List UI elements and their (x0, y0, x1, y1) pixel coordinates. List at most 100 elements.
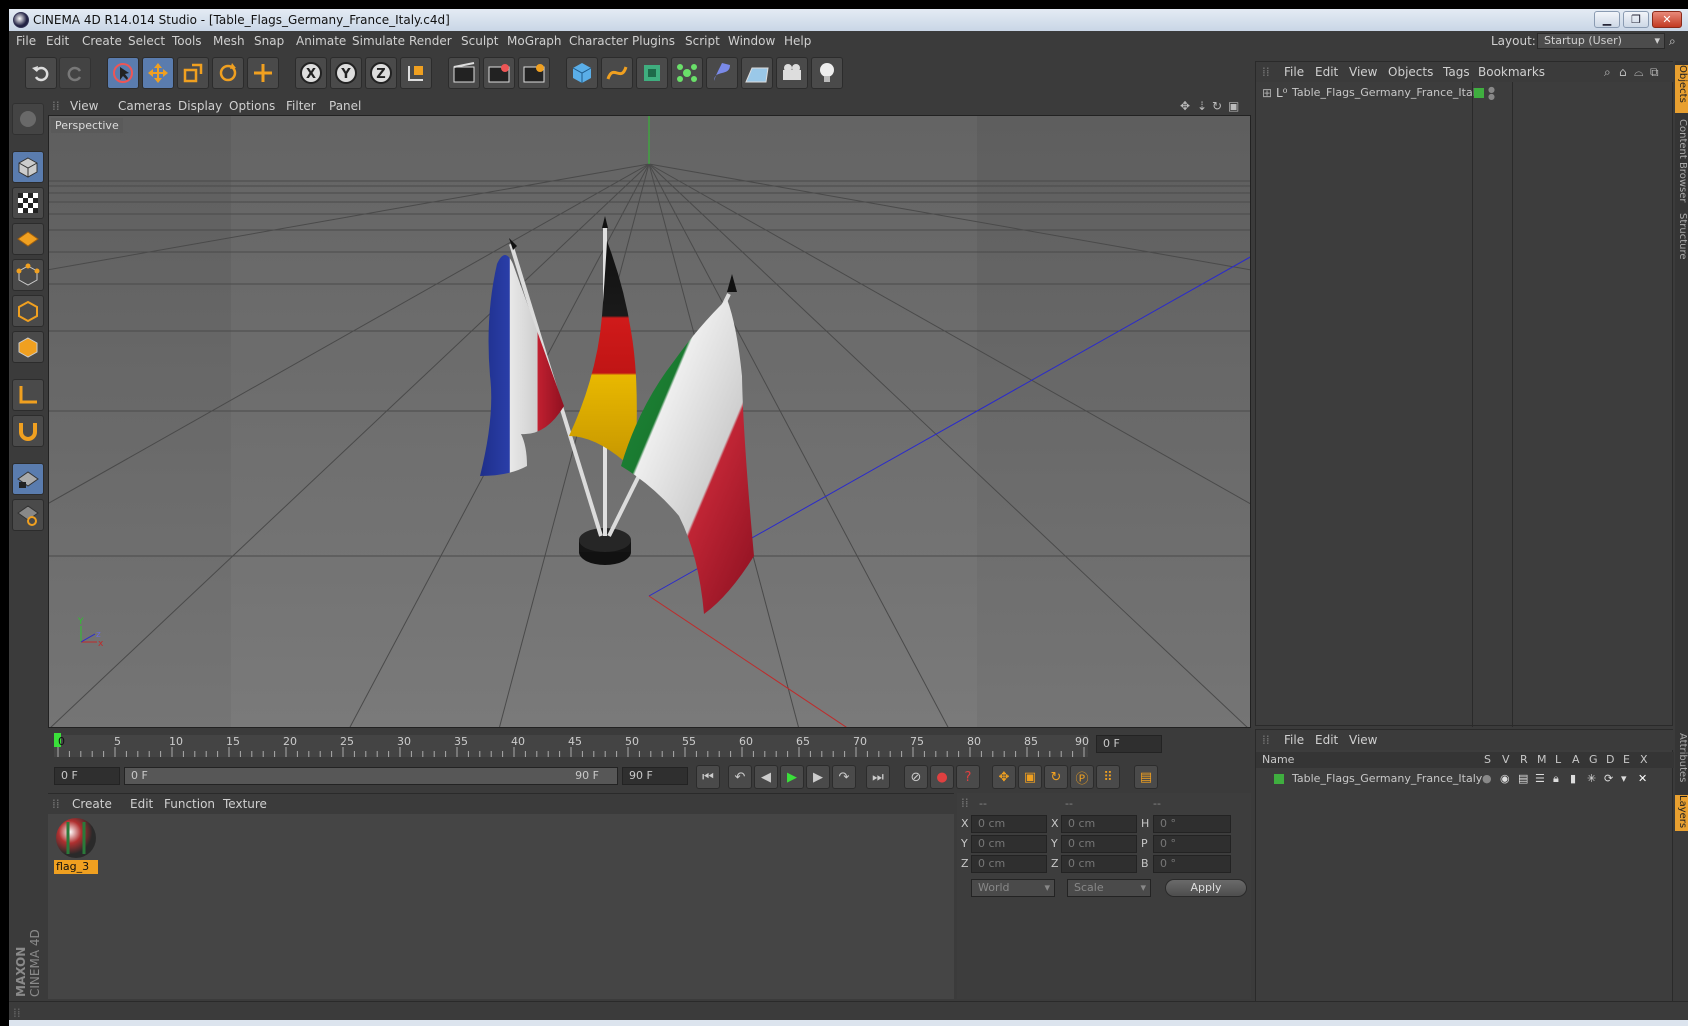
visibility-dots-icon[interactable]: ● ● (1488, 86, 1495, 101)
autokey-button[interactable]: ⊘ (904, 765, 928, 789)
position-key-button[interactable]: ✥ (992, 765, 1016, 789)
next-key-button[interactable]: ↷ (832, 765, 856, 789)
parameter-key-button[interactable]: Ⓟ (1070, 765, 1094, 789)
rotation-key-button[interactable]: ↻ (1044, 765, 1068, 789)
min-frame-field[interactable]: 0 F (54, 767, 120, 785)
keyframe-selection-button[interactable]: ? (956, 765, 980, 789)
generators-icon[interactable]: ✳ (1587, 770, 1596, 788)
animation-icon[interactable]: ▮ (1570, 770, 1576, 788)
object-menu-bookmarks[interactable]: Bookmarks (1478, 62, 1545, 82)
object-menu-view[interactable]: View (1349, 62, 1377, 82)
record-button[interactable]: ● (930, 765, 954, 789)
layer-col-e[interactable]: E (1623, 752, 1630, 768)
menu-edit[interactable]: Edit (46, 31, 69, 51)
coordinate-system-button[interactable] (400, 57, 432, 89)
menu-window[interactable]: Window (728, 31, 775, 51)
zoom-view-icon[interactable]: ⇣ (1197, 97, 1207, 115)
menu-create[interactable]: Create (82, 31, 122, 51)
scale-key-button[interactable]: ▣ (1018, 765, 1042, 789)
menu-mesh[interactable]: Mesh (213, 31, 245, 51)
layer-menu-edit[interactable]: Edit (1315, 730, 1338, 750)
layer-col-x[interactable]: X (1640, 752, 1648, 768)
position-z-field[interactable]: 0 cm (971, 855, 1047, 873)
layer-color-swatch[interactable] (1274, 774, 1284, 784)
go-to-end-button[interactable]: ⏭ (866, 765, 890, 789)
rotation-p-field[interactable]: 0 ° (1153, 835, 1231, 853)
menu-simulate[interactable]: Simulate (352, 31, 405, 51)
menu-script[interactable]: Script (685, 31, 720, 51)
menu-animate[interactable]: Animate (296, 31, 346, 51)
menu-plugins[interactable]: Plugins (632, 31, 675, 51)
menu-render[interactable]: Render (409, 31, 452, 51)
menu-snap[interactable]: Snap (254, 31, 284, 51)
model-mode-button[interactable] (12, 151, 44, 183)
move-button[interactable] (142, 57, 174, 89)
go-to-start-button[interactable]: ⏮ (696, 765, 720, 789)
texture-mode-button[interactable] (12, 187, 44, 219)
material-swatch[interactable]: flag_3 (54, 816, 98, 874)
render-picture-viewer-button[interactable] (483, 57, 515, 89)
material-menu-function[interactable]: Function (164, 794, 215, 814)
previous-key-button[interactable]: ↶ (728, 765, 752, 789)
pan-view-icon[interactable]: ✥ (1180, 97, 1190, 115)
layer-menu-view[interactable]: View (1349, 730, 1377, 750)
expressions-icon[interactable]: ▾ (1621, 770, 1627, 788)
search-icon[interactable]: ⌕ (1669, 31, 1676, 51)
point-level-key-button[interactable]: ⠿ (1096, 765, 1120, 789)
y-axis-lock-button[interactable]: Y (330, 57, 362, 89)
polygons-mode-button[interactable] (12, 331, 44, 363)
deformers-icon[interactable]: ⟳ (1604, 770, 1613, 788)
previous-frame-button[interactable]: ◀ (754, 765, 778, 789)
nurbs-button[interactable] (636, 57, 668, 89)
material-menu-texture[interactable]: Texture (223, 794, 267, 814)
restore-button[interactable]: ❐ (1623, 11, 1649, 28)
tab-content-browser[interactable]: Content Browser (1675, 119, 1688, 209)
snap-grid-button[interactable] (12, 463, 44, 495)
object-menu-edit[interactable]: Edit (1315, 62, 1338, 82)
points-mode-button[interactable] (12, 259, 44, 291)
tab-structure[interactable]: Structure (1675, 213, 1688, 267)
timeline-ruler[interactable]: 0 5 10 15 20 25 30 35 40 45 50 55 60 65 … (48, 731, 1251, 759)
scale-button[interactable] (177, 57, 209, 89)
rotation-h-field[interactable]: 0 ° (1153, 815, 1231, 833)
timeline-window-button[interactable]: ▤ (1134, 765, 1158, 789)
array-button[interactable] (671, 57, 703, 89)
viewport-menu-cameras[interactable]: Cameras (118, 97, 171, 115)
magnet-button[interactable] (12, 415, 44, 447)
size-x-field[interactable]: 0 cm (1061, 815, 1137, 833)
play-button[interactable]: ▶ (780, 765, 804, 789)
rotate-view-icon[interactable]: ↻ (1212, 97, 1222, 115)
size-y-field[interactable]: 0 cm (1061, 835, 1137, 853)
frame-range-slider[interactable]: 0 F 90 F (124, 767, 618, 785)
perspective-viewport[interactable]: Y x z Perspective (48, 115, 1251, 728)
layer-row[interactable]: Table_Flags_Germany_France_Italy ● ◉ ▤ ☰… (1256, 770, 1674, 788)
z-axis-lock-button[interactable]: Z (365, 57, 397, 89)
layer-col-r[interactable]: R (1520, 752, 1528, 768)
menu-sculpt[interactable]: Sculpt (461, 31, 498, 51)
maximize-view-icon[interactable]: ▣ (1228, 97, 1239, 115)
lock-icon[interactable]: 🔒︎ (1553, 770, 1559, 788)
manager-icon[interactable]: ☰ (1535, 770, 1545, 788)
camera-button[interactable] (776, 57, 808, 89)
layer-menu-file[interactable]: File (1284, 730, 1304, 750)
minimize-button[interactable]: ▁ (1594, 11, 1620, 28)
expand-icon[interactable]: ⊞ (1262, 84, 1272, 102)
object-menu-objects[interactable]: Objects (1388, 62, 1433, 82)
menu-select[interactable]: Select (128, 31, 165, 51)
axis-mode-button[interactable] (12, 379, 44, 411)
x-axis-lock-button[interactable]: X (295, 57, 327, 89)
edges-mode-button[interactable] (12, 295, 44, 327)
light-button[interactable] (811, 57, 843, 89)
redo-button[interactable] (59, 57, 91, 89)
viewport-menu-view[interactable]: View (70, 97, 98, 115)
menu-mograph[interactable]: MoGraph (507, 31, 562, 51)
rotate-button[interactable] (212, 57, 244, 89)
max-frame-field[interactable]: 90 F (622, 767, 688, 785)
search-icon[interactable]: ⌕ (1604, 62, 1611, 82)
viewport-menu-panel[interactable]: Panel (329, 97, 361, 115)
current-frame-field[interactable]: 0 F (1096, 735, 1162, 753)
layout-dropdown[interactable]: Startup (User) ▾ (1537, 33, 1665, 49)
spline-button[interactable] (601, 57, 633, 89)
make-editable-button[interactable] (12, 103, 44, 135)
layer-col-l[interactable]: L (1555, 752, 1561, 768)
